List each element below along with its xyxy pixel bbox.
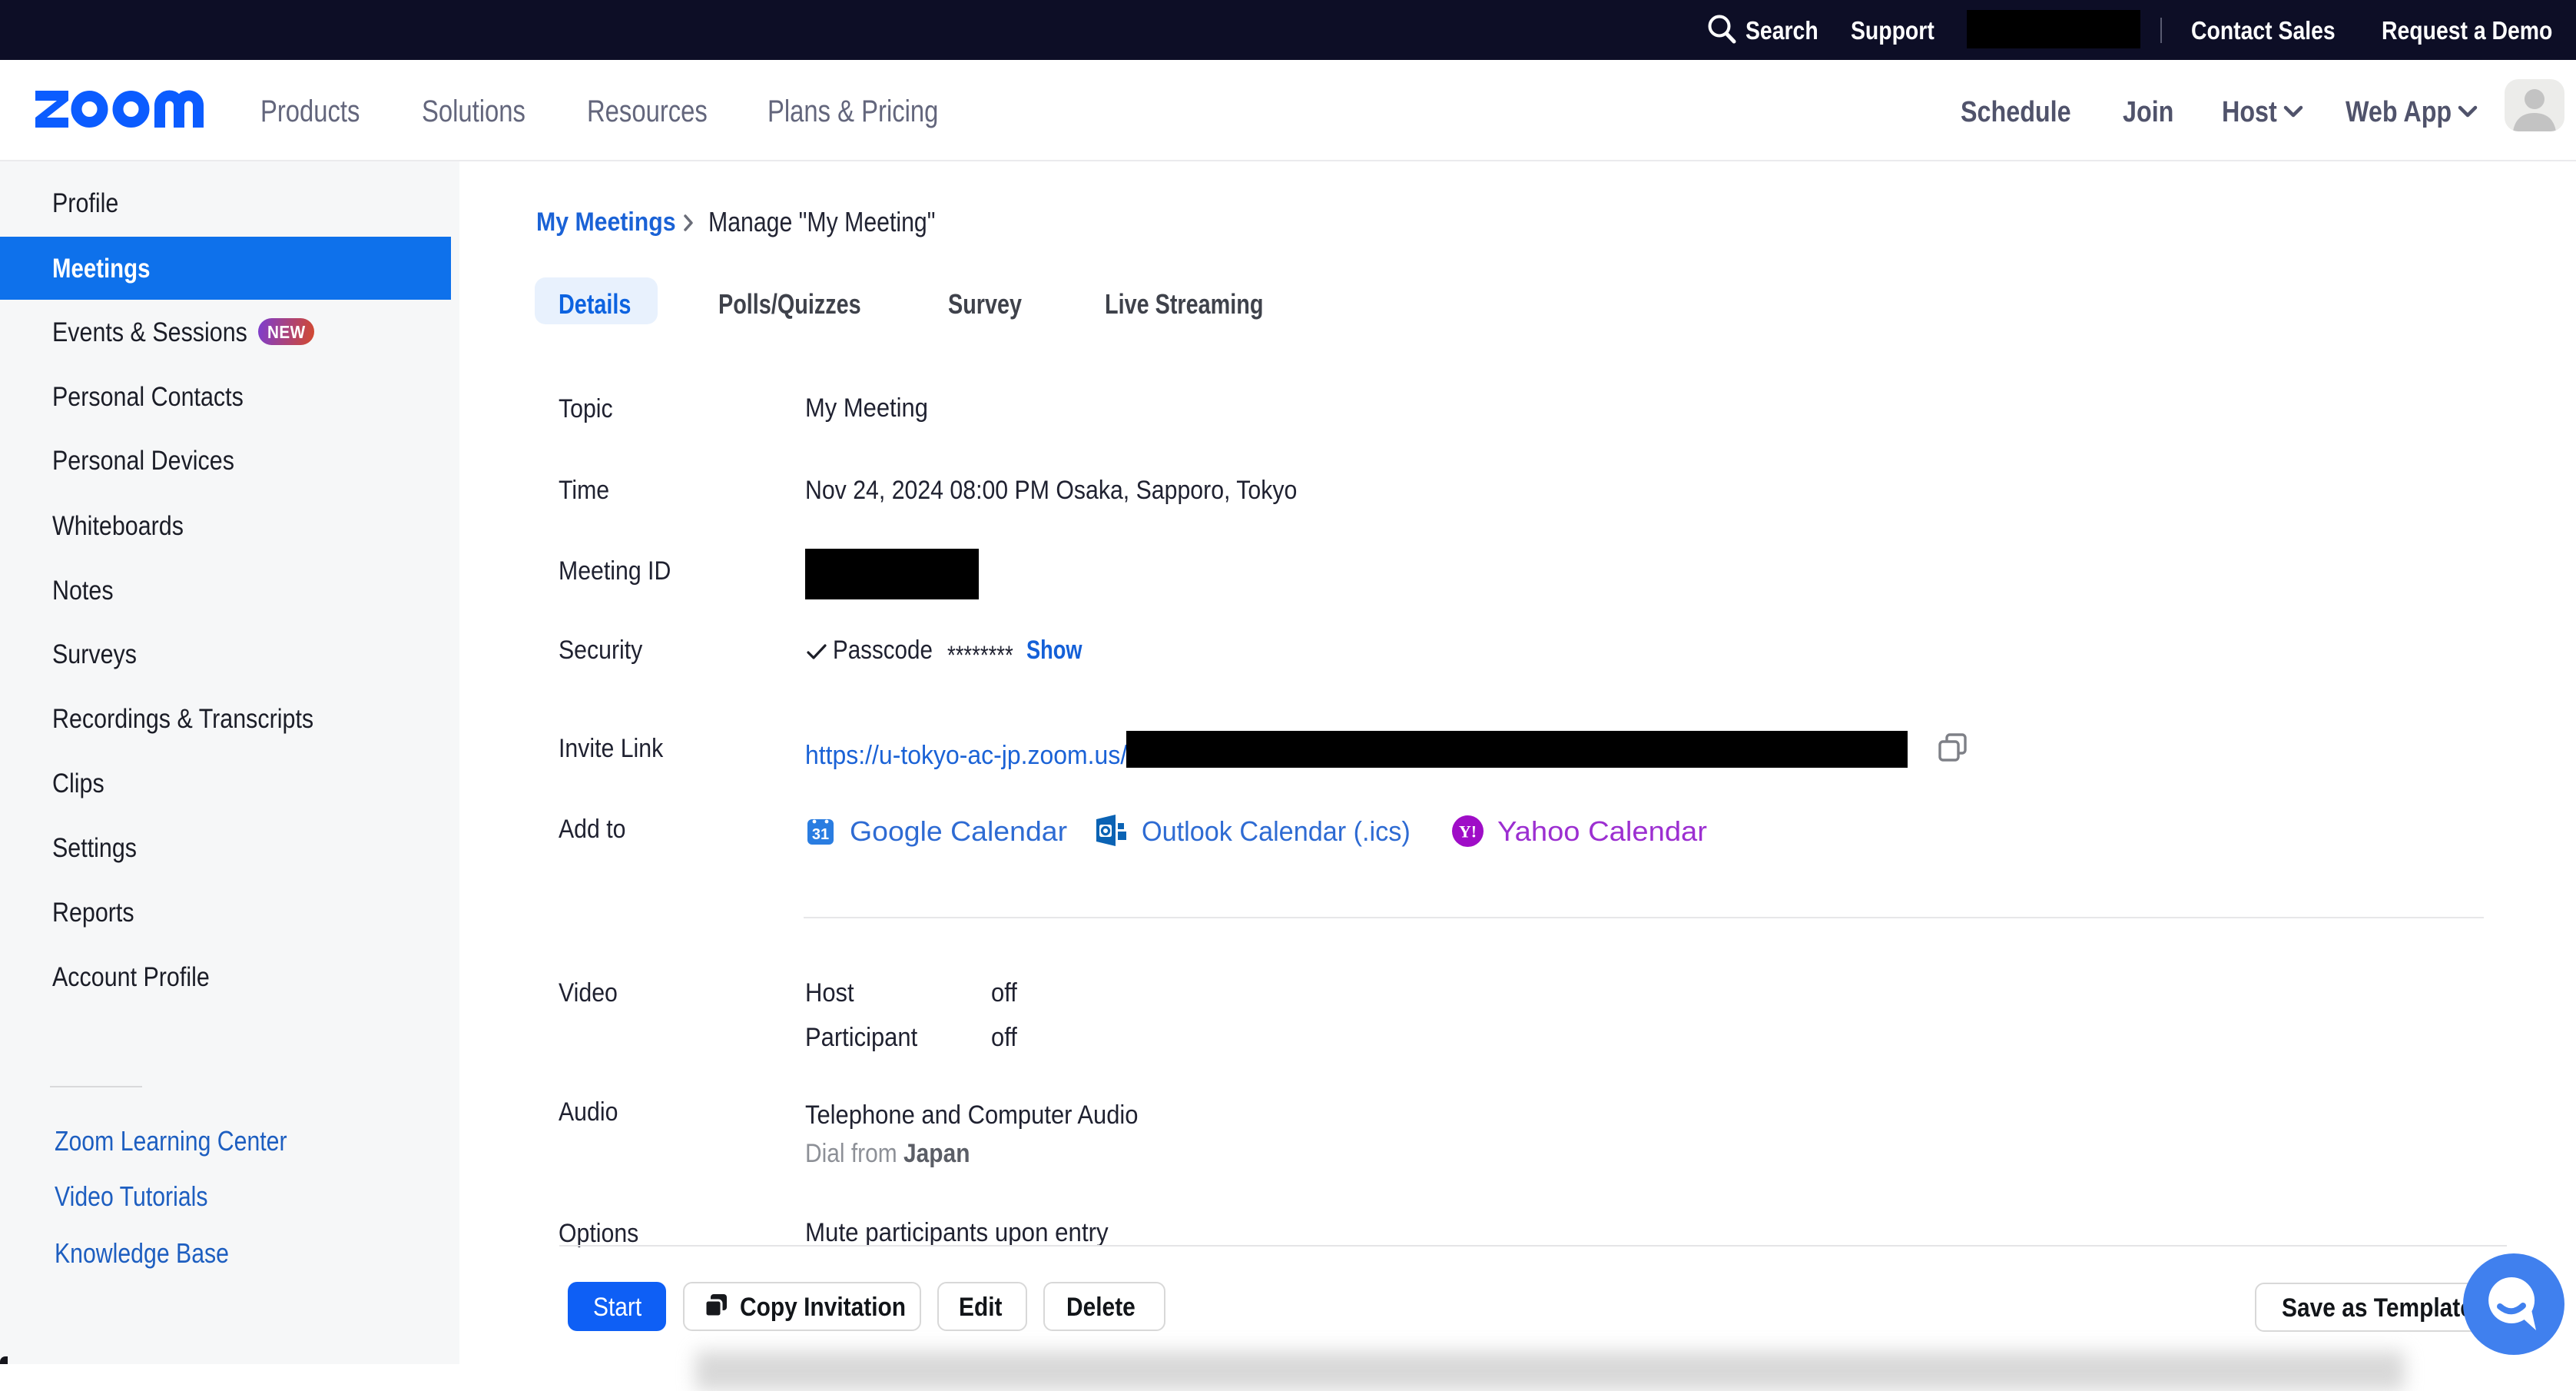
svg-text:31: 31 <box>812 826 829 843</box>
svg-text:Y!: Y! <box>1459 822 1477 842</box>
